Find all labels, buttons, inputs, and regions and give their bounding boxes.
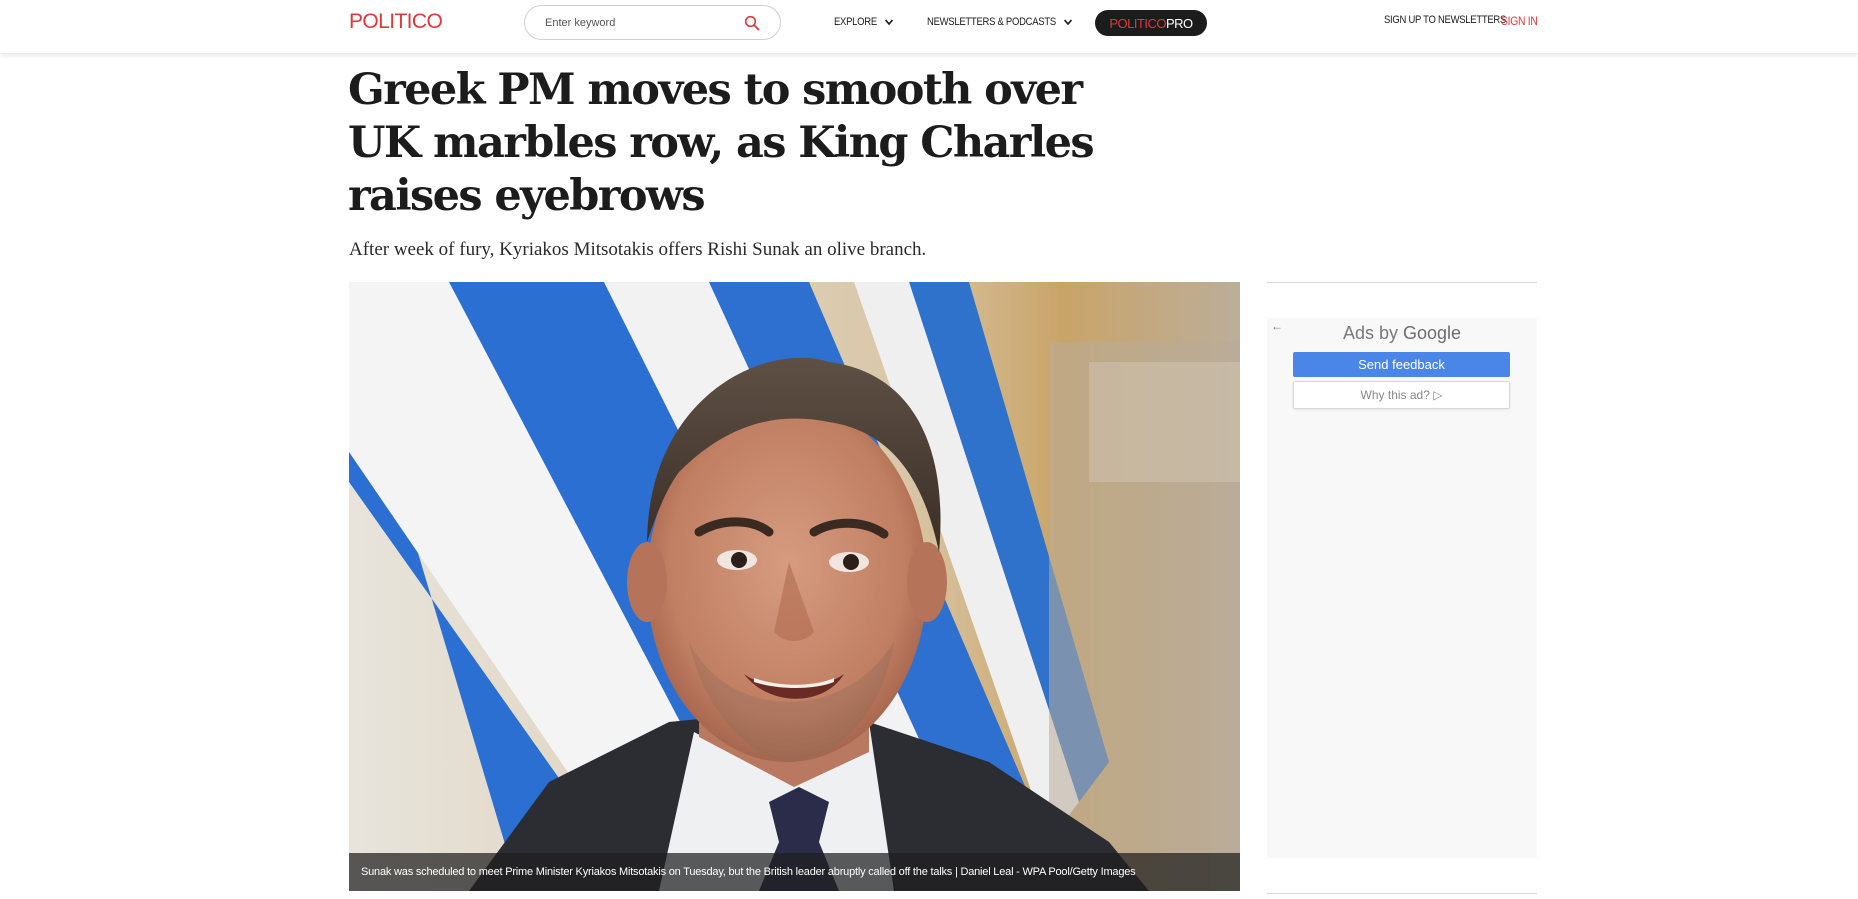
rail-divider-bottom <box>1267 893 1537 894</box>
nav-newsletters-label: NEWSLETTERS & PODCASTS <box>927 16 1056 28</box>
why-this-ad-button[interactable]: Why this ad? ▷ <box>1293 381 1510 409</box>
chevron-down-icon <box>1063 19 1072 26</box>
lead-image-caption: Sunak was scheduled to meet Prime Minist… <box>361 866 1136 878</box>
send-feedback-button[interactable]: Send feedback <box>1293 352 1510 377</box>
pro-badge-pro: PRO <box>1166 15 1193 31</box>
chevron-down-icon <box>884 19 893 26</box>
top-navigation-bar: POLITICO EXPLORE NEWSLETTERS & PODCASTS … <box>0 0 1858 54</box>
search-box[interactable] <box>524 5 781 40</box>
lead-photo-illustration <box>349 282 1240 891</box>
politico-pro-button[interactable]: POLITICO PRO <box>1095 10 1207 36</box>
article-dek: After week of fury, Kyriakos Mitsotakis … <box>349 239 927 260</box>
ads-by-google-label: Ads by Google <box>1267 323 1537 344</box>
search-input[interactable] <box>545 15 725 31</box>
search-icon[interactable] <box>744 15 760 31</box>
lead-image-caption-bar: Sunak was scheduled to meet Prime Minist… <box>349 853 1240 891</box>
lead-image: Sunak was scheduled to meet Prime Minist… <box>349 282 1240 891</box>
ad-slot: ← Ads by Google Send feedback Why this a… <box>1267 318 1537 858</box>
politico-logo[interactable]: POLITICO <box>349 10 443 34</box>
nav-newsletters-dropdown[interactable]: NEWSLETTERS & PODCASTS <box>927 14 1073 30</box>
rail-divider-top <box>1267 282 1537 283</box>
signin-link[interactable]: SIGN IN <box>1501 14 1538 28</box>
signup-newsletters-link[interactable]: SIGN UP TO NEWSLETTERS <box>1384 14 1506 26</box>
pro-badge-politico: POLITICO <box>1109 15 1166 31</box>
ads-by-text: Ads by <box>1342 323 1403 343</box>
article-headline: Greek PM moves to smooth over UK marbles… <box>348 65 1095 221</box>
nav-explore-label: EXPLORE <box>834 16 877 28</box>
google-wordmark: Google <box>1402 323 1462 343</box>
nav-explore-dropdown[interactable]: EXPLORE <box>834 14 894 30</box>
